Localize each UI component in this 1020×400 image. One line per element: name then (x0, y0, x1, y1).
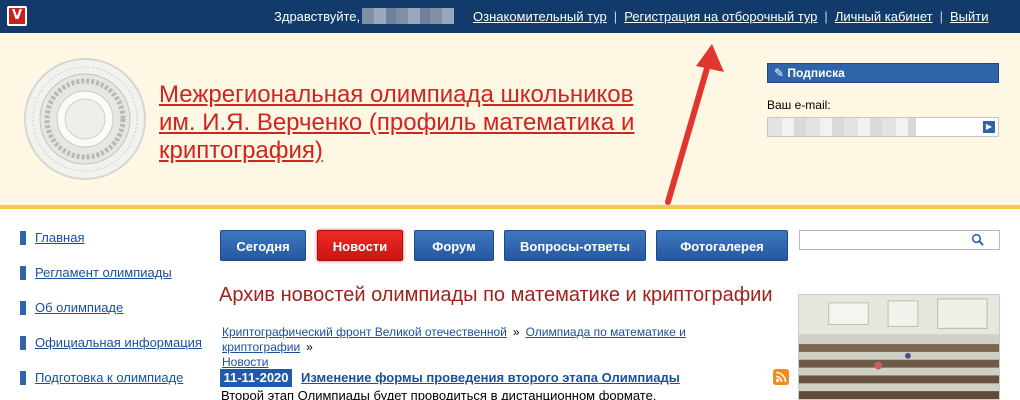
annotation-arrow (665, 44, 724, 205)
tab-faq[interactable]: Вопросы-ответы (504, 230, 646, 261)
link-personal-cabinet[interactable]: Личный кабинет (835, 9, 933, 24)
sidebar-link[interactable]: Официальная информация (35, 335, 202, 350)
news-title-link[interactable]: Изменение формы проведения второго этапа… (301, 370, 680, 385)
bullet-icon (20, 371, 26, 385)
link-registration[interactable]: Регистрация на отборочный тур (624, 9, 817, 24)
breadcrumb-separator: » (306, 340, 313, 354)
rss-icon[interactable] (773, 369, 789, 385)
sidebar-item-home: Главная (20, 228, 210, 263)
tab-forum[interactable]: Форум (414, 230, 494, 261)
bullet-icon (20, 301, 26, 315)
bullet-icon (20, 336, 26, 350)
separator: | (613, 9, 618, 24)
news-date-badge: 11-11-2020 (220, 369, 292, 387)
v-logo-icon: V (9, 8, 25, 24)
link-logout[interactable]: Выйти (950, 9, 989, 24)
link-intro-tour[interactable]: Ознакомительный тур (473, 9, 607, 24)
sidebar-item-preparation: Подготовка к олимпиаде (20, 368, 210, 400)
site-logo[interactable]: V (7, 6, 27, 26)
sidebar-link[interactable]: Об олимпиаде (35, 300, 123, 315)
sidebar-item-official-info: Официальная информация (20, 333, 210, 368)
page-title: Архив новостей олимпиады по математике и… (219, 284, 773, 306)
breadcrumb-item[interactable]: Новости (222, 355, 268, 369)
search-icon[interactable] (971, 233, 985, 247)
sidebar-link[interactable]: Подготовка к олимпиаде (35, 370, 183, 385)
tab-gallery[interactable]: Фотогалерея (656, 230, 788, 261)
breadcrumb: Криптографический фронт Великой отечеств… (222, 325, 782, 370)
sidebar-link[interactable]: Регламент олимпиады (35, 265, 172, 280)
sidebar-item-regulations: Регламент олимпиады (20, 263, 210, 298)
arrow-right-icon[interactable]: ▶ (983, 121, 995, 133)
separator: | (824, 9, 828, 24)
gallery-photo[interactable] (798, 294, 1000, 400)
search-input[interactable] (799, 230, 1000, 250)
top-links: Ознакомительный тур | Регистрация на отбор… (473, 9, 989, 24)
top-bar: V Здравствуйте, Ознакомительный тур | Реги… (0, 0, 1020, 33)
breadcrumb-separator: » (512, 325, 520, 339)
breadcrumb-item[interactable]: Криптографический фронт Великой отечеств… (222, 325, 507, 339)
separator: | (939, 9, 944, 24)
bullet-icon (20, 266, 26, 280)
tab-news[interactable]: Новости (317, 230, 403, 261)
email-redacted (768, 118, 916, 136)
site-title-link[interactable]: Межрегиональная олимпиада школьников им.… (159, 81, 659, 165)
sidebar-item-about: Об олимпиаде (20, 298, 210, 333)
news-summary: Второй этап Олимпиады будет проводиться … (221, 388, 657, 400)
sidebar-link[interactable]: Главная (35, 230, 84, 245)
email-field[interactable]: ▶ (767, 117, 999, 137)
olympiad-emblem-icon (24, 58, 146, 180)
tab-today[interactable]: Сегодня (220, 230, 306, 261)
bullet-icon (20, 231, 26, 245)
subscription-header: ✎ Подписка (767, 63, 999, 83)
header-divider (0, 205, 1020, 209)
subscription-title: Подписка (787, 66, 845, 80)
username-redacted (362, 8, 454, 24)
email-label: Ваш e-mail: (767, 98, 831, 112)
greeting-text: Здравствуйте, (274, 9, 361, 24)
left-sidebar: Главная Регламент олимпиады Об олимпиаде… (20, 228, 210, 400)
pencil-icon: ✎ (774, 66, 785, 80)
